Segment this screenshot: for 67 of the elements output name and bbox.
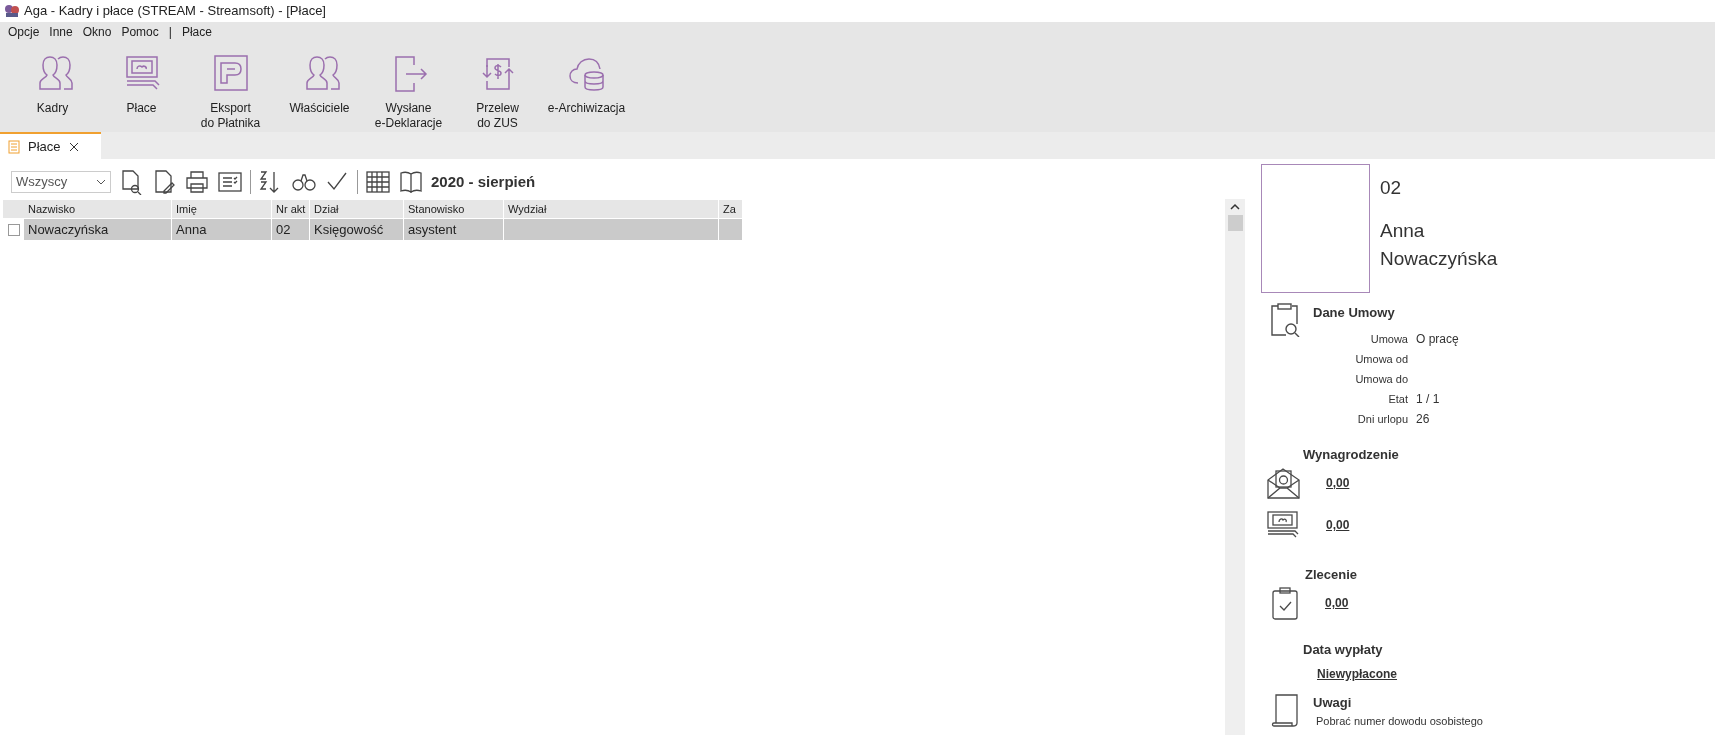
employee-number: 02 [1380,176,1403,200]
ribbon-button[interactable]: Płace [97,53,186,116]
table-cell: 02 [272,219,310,240]
column-header[interactable]: Stanowisko [404,200,504,218]
section-title: Wynagrodzenie [1303,445,1400,464]
net-amount-link[interactable]: 0,00 [1326,516,1350,534]
clipboard-check-icon [1271,586,1299,620]
order-amount-link[interactable]: 0,00 [1325,594,1349,612]
ribbon-button[interactable]: Przelew do ZUS [453,53,542,131]
scroll-up-icon[interactable] [1230,203,1240,211]
table-cell: Nowaczyńska [24,219,172,240]
grid-icon[interactable] [365,169,391,195]
employee-first-name: Anna [1380,218,1426,243]
field-label: Umowa od [1354,351,1408,367]
section-title: Zlecenie [1305,566,1359,584]
table-cell: asystent [404,219,504,240]
book-icon[interactable] [398,169,424,195]
menu-item[interactable]: Okno [82,22,112,41]
chevron-down-icon [96,179,106,185]
note-text: Pobrać numer dowodu osobistego [1316,713,1483,729]
banknotes-icon [1267,511,1300,539]
scroll-icon [1271,693,1299,727]
clipboard-search-icon [1269,303,1301,337]
column-header[interactable]: Nazwisko [24,200,172,218]
document-tab[interactable]: Płace [0,132,101,159]
ribbon-button[interactable]: Eksport do Płatnika [186,53,275,131]
menu-item[interactable]: Płace [181,22,212,41]
field-value: 1 / 1 [1416,390,1441,408]
menu-item[interactable]: Inne [49,22,73,41]
window-title: Aga - Kadry i płace (STREAM - Streamsoft) - [Płace] [24,2,326,21]
column-header[interactable]: Wydział [504,200,719,218]
ribbon-button[interactable]: Kadry [8,53,97,116]
field-label: Umowa do [1354,371,1408,387]
period-label: 2020 - sierpień [431,171,536,192]
column-header[interactable]: Dział [310,200,404,218]
ribbon-button[interactable]: Właściciele [275,53,364,116]
gross-amount-link[interactable]: 0,00 [1326,473,1350,492]
scrollbar-thumb[interactable] [1227,215,1243,231]
ribbon-button[interactable]: e-Archiwizacja [542,53,631,116]
section-title: Uwagi [1313,694,1353,712]
menu-item[interactable]: | [168,22,172,41]
employee-last-name: Nowaczyńska [1380,247,1498,271]
field-value: 26 [1416,410,1431,428]
field-value: O pracę [1416,330,1459,348]
column-header[interactable]: Imię [172,200,272,218]
row-checkbox[interactable] [7,223,20,236]
table-cell: Anna [172,219,272,240]
list-icon [8,139,20,154]
section-title: Data wypłaty [1303,640,1384,659]
close-icon[interactable] [68,141,79,152]
section-title: Dane Umowy [1313,304,1396,322]
field-label: Dni urlopu [1356,411,1408,427]
field-label: Umowa [1369,331,1408,347]
print-icon[interactable] [184,169,210,195]
envelope-icon [1267,466,1300,499]
table-cell: Księgowość [310,219,404,240]
payout-status-link[interactable]: Niewypłacone [1317,665,1398,683]
checklist-icon[interactable] [217,169,243,195]
ribbon-button[interactable]: Wysłane e-Deklaracje [364,53,453,131]
field-label: Etat [1387,391,1408,407]
column-header[interactable]: Za [719,200,743,218]
column-header[interactable]: Nr akt [272,200,310,218]
menu-item[interactable]: Opcje [8,22,40,41]
filter-dropdown[interactable]: Wszyscy [11,171,111,193]
table-row[interactable]: Nowaczyńska Anna 02 Księgowość asystent [3,219,743,240]
app-logo-icon [4,4,20,18]
menu-item[interactable]: Pomoc [121,22,159,41]
